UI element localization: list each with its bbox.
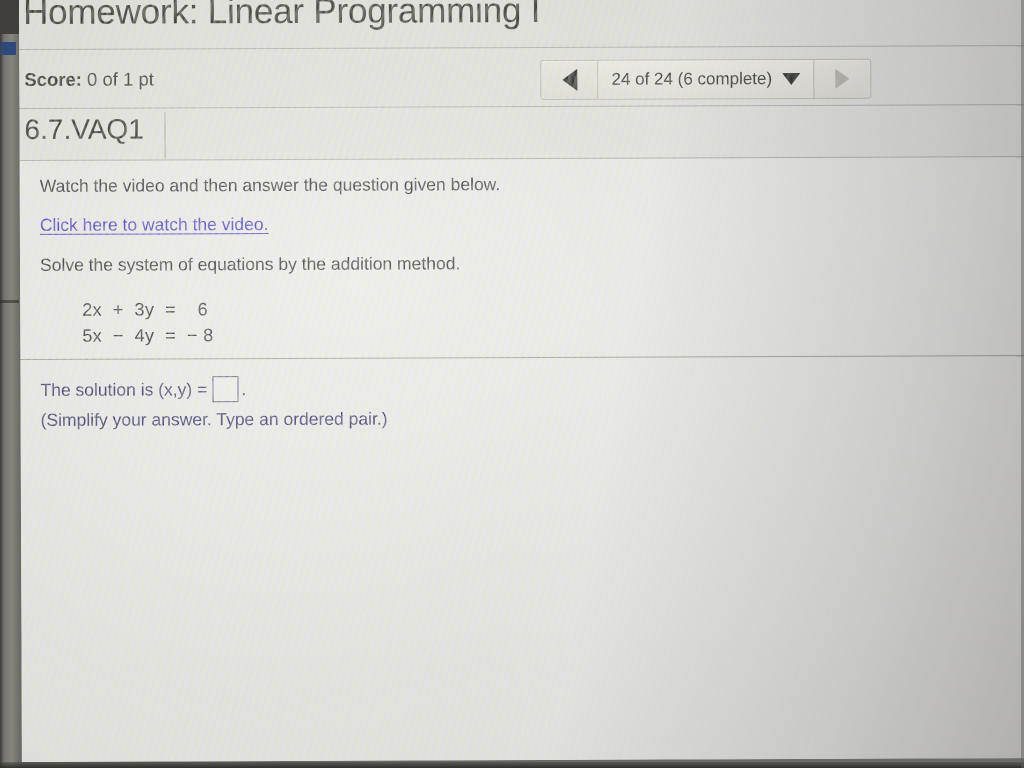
question-content-panel (19, 157, 1024, 762)
monitor-bezel-top-shadow (0, 0, 19, 34)
application-screen: Homework: Linear Programming I Score: 0 … (19, 0, 1024, 762)
question-id: 6.7.VAQ1 (24, 113, 144, 145)
score-value: 0 of 1 pt (86, 68, 154, 90)
monitor-left-bezel (0, 0, 19, 768)
question-id-bar (19, 105, 1024, 160)
question-position-dropdown[interactable]: 24 of 24 (6 complete) (598, 59, 815, 99)
answer-prefix-label: The solution is (x,y) = (40, 378, 208, 400)
photographed-screen: Homework: Linear Programming I Score: 0 … (0, 0, 1024, 768)
monitor-bezel-seam (0, 300, 19, 303)
answer-suffix-label: . (241, 378, 247, 399)
triangle-right-icon (835, 68, 850, 89)
monitor-bezel-blue-marker (1, 42, 16, 55)
previous-question-button[interactable] (541, 60, 599, 99)
answer-area: The solution is (x,y) = . (Simplify your… (40, 376, 388, 431)
equation-2: 5x − 4y = − 8 (82, 325, 214, 346)
equation-1: 2x + 3y = 6 (82, 299, 209, 320)
page-title: Homework: Linear Programming I (22, 0, 541, 32)
problem-prompt: Solve the system of equations by the add… (39, 253, 461, 275)
question-position-label: 24 of 24 (6 complete) (611, 69, 773, 89)
instruction-text: Watch the video and then answer the ques… (39, 174, 501, 196)
question-navigator[interactable]: 24 of 24 (6 complete) (540, 58, 872, 100)
answer-input[interactable] (212, 376, 239, 403)
triangle-down-icon (782, 73, 801, 86)
question-id-divider (164, 112, 166, 159)
next-question-button (814, 60, 870, 98)
score-label: Score: (24, 68, 82, 90)
triangle-left-icon (561, 68, 577, 91)
answer-hint: (Simplify your answer. Type an ordered p… (40, 408, 388, 430)
score-display: Score: 0 of 1 pt (24, 68, 154, 90)
answer-prompt-row: The solution is (x,y) = . (40, 376, 387, 403)
monitor-bottom-edge (0, 762, 1024, 768)
score-bar (19, 46, 1024, 108)
watch-video-link[interactable]: Click here to watch the video. (40, 214, 269, 236)
